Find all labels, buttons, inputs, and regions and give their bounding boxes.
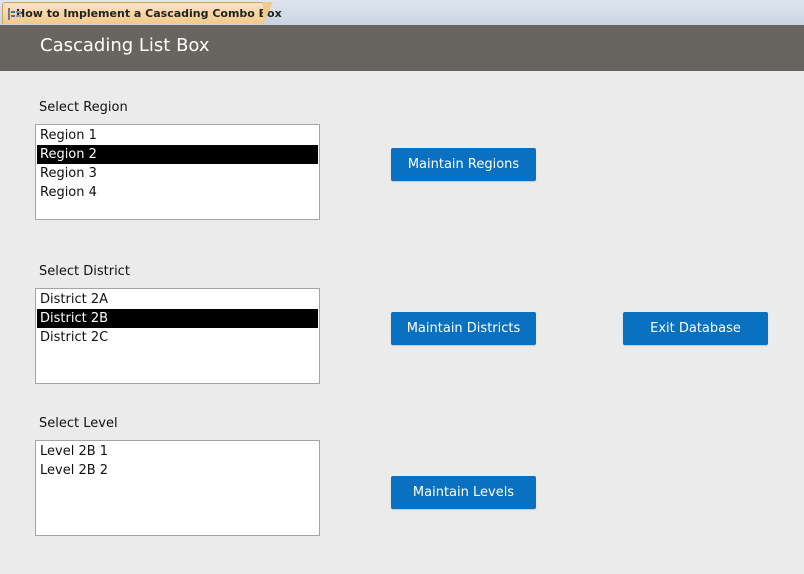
list-item[interactable]: Region 2: [37, 145, 318, 164]
district-label: Select District: [39, 264, 130, 279]
maintain-levels-button[interactable]: Maintain Levels: [391, 476, 536, 509]
maintain-districts-button[interactable]: Maintain Districts: [391, 312, 536, 345]
list-item[interactable]: District 2B: [37, 309, 318, 328]
document-tab-strip: How to Implement a Cascading Combo Box: [0, 0, 804, 26]
document-tab-label: How to Implement a Cascading Combo Box: [16, 7, 282, 20]
list-item[interactable]: Level 2B 1: [37, 442, 318, 461]
list-item[interactable]: Region 1: [37, 126, 318, 145]
region-label: Select Region: [39, 100, 128, 115]
list-item[interactable]: District 2A: [37, 290, 318, 309]
region-listbox[interactable]: Region 1 Region 2 Region 3 Region 4: [35, 124, 320, 220]
form-header: Cascading List Box: [0, 25, 804, 71]
form-icon: [8, 7, 21, 20]
document-tab[interactable]: How to Implement a Cascading Combo Box: [2, 2, 282, 25]
maintain-regions-button[interactable]: Maintain Regions: [391, 148, 536, 181]
level-listbox[interactable]: Level 2B 1 Level 2B 2: [35, 440, 320, 536]
list-item[interactable]: Region 4: [37, 183, 318, 202]
form-title: Cascading List Box: [40, 35, 210, 56]
level-label: Select Level: [39, 416, 118, 431]
exit-database-button[interactable]: Exit Database: [623, 312, 768, 345]
list-item[interactable]: Region 3: [37, 164, 318, 183]
list-item[interactable]: Level 2B 2: [37, 461, 318, 480]
list-item[interactable]: District 2C: [37, 328, 318, 347]
district-listbox[interactable]: District 2A District 2B District 2C: [35, 288, 320, 384]
